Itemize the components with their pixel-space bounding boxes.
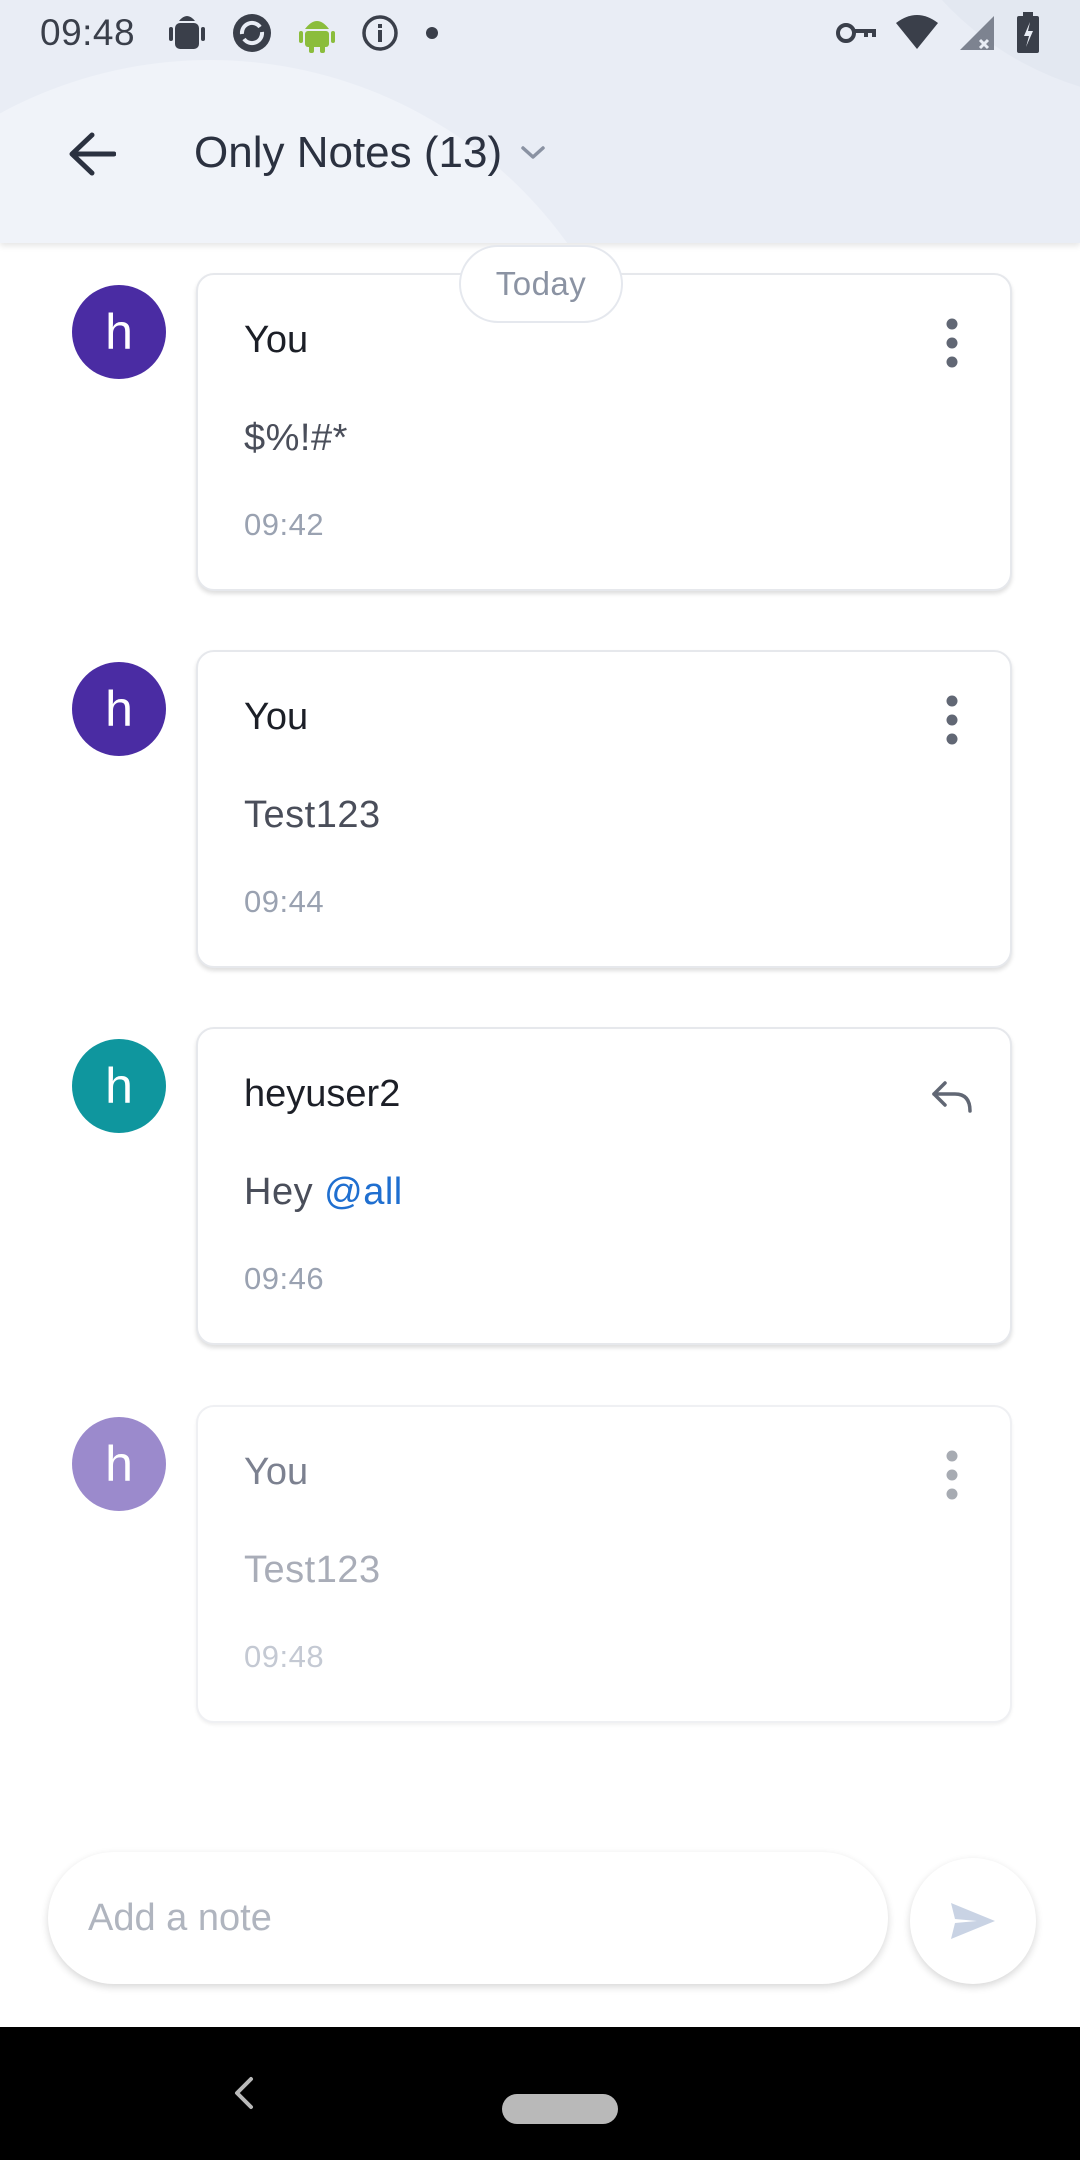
system-nav-bar — [0, 2027, 1080, 2160]
vpn-key-icon — [836, 23, 876, 43]
note-composer — [48, 1852, 888, 1984]
avatar[interactable]: h — [72, 662, 166, 756]
android-icon — [299, 21, 336, 53]
note-menu-button[interactable] — [924, 1443, 980, 1507]
arrow-back-icon — [69, 132, 116, 176]
note-time: 09:46 — [244, 1261, 325, 1296]
home-pill-icon[interactable] — [502, 2094, 618, 2124]
avatar[interactable]: h — [72, 1039, 166, 1133]
android-debug-icon — [169, 16, 206, 49]
note-time: 09:44 — [244, 884, 325, 919]
note-author: You — [244, 696, 309, 738]
battery-icon — [1017, 12, 1039, 53]
avatar[interactable]: h — [72, 1417, 166, 1511]
note-card[interactable]: You Test123 09:48 — [196, 1405, 1012, 1723]
status-time: 09:48 — [40, 12, 136, 53]
page-title: Only Notes (13) — [194, 128, 503, 177]
mention-link[interactable]: @all — [324, 1171, 403, 1213]
status-bar: 09:48 — [0, 0, 1080, 66]
more-vert-icon — [946, 318, 958, 368]
reply-icon — [932, 1081, 972, 1113]
avatar[interactable]: h — [72, 285, 166, 379]
reply-button[interactable] — [924, 1065, 980, 1129]
note-author: You — [244, 319, 309, 361]
note-menu-button[interactable] — [924, 311, 980, 375]
note-item-pending: h You Test123 09:48 — [0, 1405, 1080, 1723]
info-icon — [362, 15, 398, 51]
more-vert-icon — [946, 1450, 958, 1500]
nav-back-icon — [235, 2077, 253, 2109]
note-author: heyuser2 — [244, 1073, 401, 1115]
send-icon — [951, 1903, 995, 1939]
note-input[interactable] — [88, 1896, 848, 1940]
nav-back-button[interactable] — [222, 2071, 266, 2115]
note-time: 09:48 — [244, 1639, 325, 1674]
note-body: $%!#* — [244, 417, 348, 459]
note-item: h heyuser2 Hey @all 09:46 — [0, 1027, 1080, 1345]
note-body: Test123 — [244, 1549, 381, 1591]
send-button[interactable] — [910, 1858, 1036, 1984]
notes-screen: Only Notes (13) 09:48 Today h You $%!#* … — [0, 0, 1080, 2160]
note-body: Test123 — [244, 794, 381, 836]
note-item: h You Test123 09:44 — [0, 650, 1080, 968]
dot-icon — [426, 27, 439, 39]
note-author: You — [244, 1451, 309, 1493]
note-time: 09:42 — [244, 507, 325, 542]
wifi-icon — [896, 15, 938, 49]
date-separator: Today — [459, 245, 623, 323]
note-menu-button[interactable] — [924, 688, 980, 752]
more-vert-icon — [946, 695, 958, 745]
note-card[interactable]: You $%!#* 09:42 — [196, 273, 1012, 591]
conversation-title-dropdown[interactable]: Only Notes (13) — [194, 128, 546, 178]
note-card[interactable]: You Test123 09:44 — [196, 650, 1012, 968]
signal-icon — [960, 16, 994, 50]
back-button[interactable] — [62, 124, 122, 184]
note-card[interactable]: heyuser2 Hey @all 09:46 — [196, 1027, 1012, 1345]
sync-icon — [233, 14, 272, 52]
chevron-down-icon — [521, 146, 545, 159]
note-body: Hey @all — [244, 1171, 403, 1213]
